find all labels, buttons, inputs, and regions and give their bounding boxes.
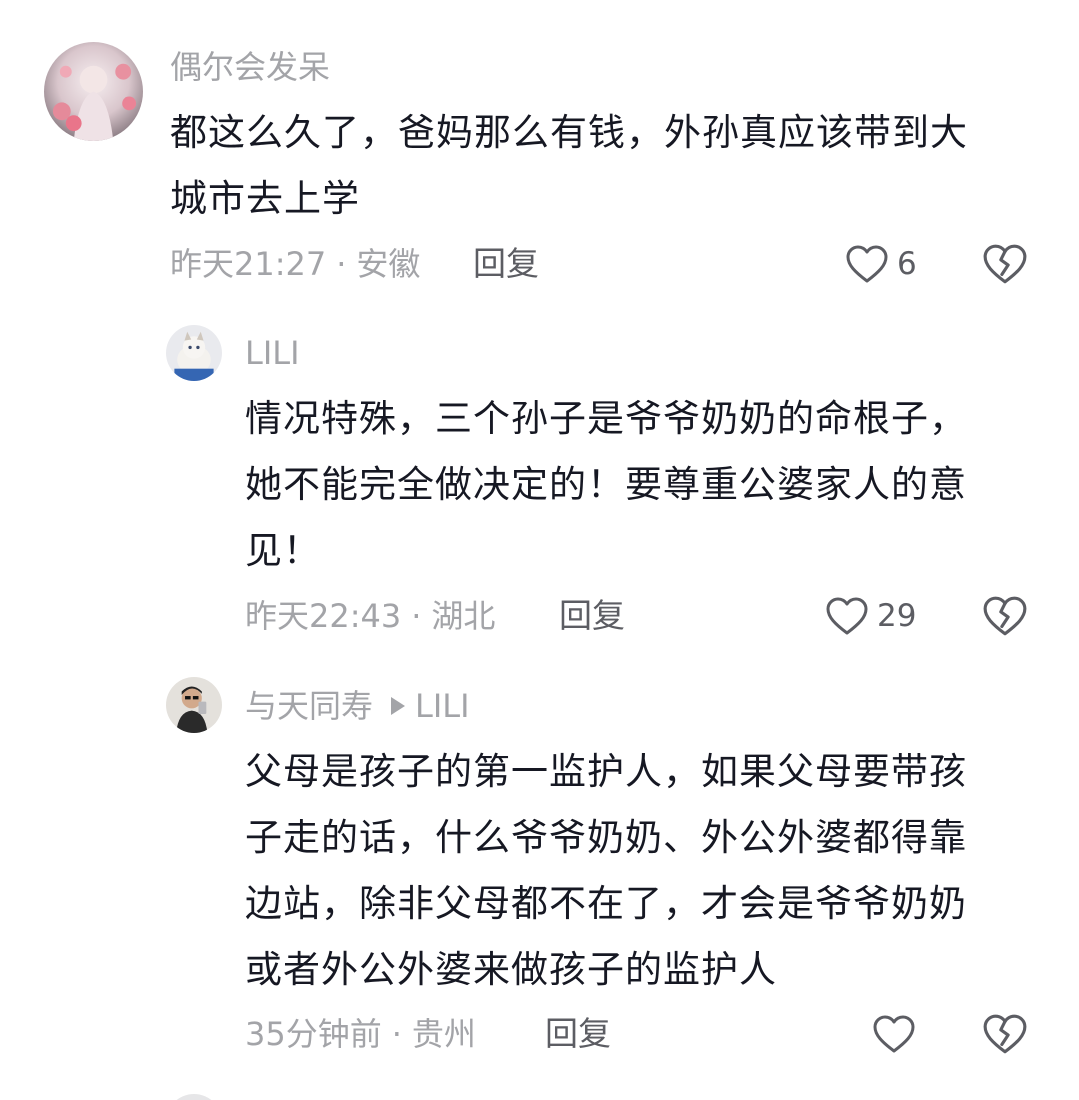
broken-heart-icon — [983, 244, 1027, 284]
location: 安徽 — [356, 245, 421, 283]
timestamp: 昨天21:27 — [170, 245, 327, 283]
location: 湖北 — [431, 597, 496, 635]
comment-line: 或者外公外婆来做孩子的监护人 — [245, 948, 777, 991]
comment-thread: 偶尔会发呆 都这么久了，爸妈那么有钱，外孙真应该带到大 城市去上学 昨天21:2… — [0, 0, 1079, 1100]
timestamp: 昨天22:43 — [245, 597, 402, 635]
comment-text: 都这么久了，爸妈那么有钱，外孙真应该带到大 城市去上学 — [170, 100, 1050, 232]
like-button[interactable]: 6 — [845, 242, 917, 286]
broken-heart-icon — [983, 596, 1027, 636]
like-count: 6 — [897, 246, 917, 282]
separator-dot: · — [411, 597, 422, 635]
like-button[interactable]: 29 — [825, 594, 916, 638]
comment-line: 见！ — [245, 529, 321, 572]
comment-line: 边站，除非父母都不在了，才会是爷爷奶奶 — [245, 882, 967, 925]
comment-meta: 35分钟前 · 贵州 — [245, 1014, 476, 1054]
heart-outline-icon — [873, 1015, 915, 1053]
comment-line: 都这么久了，爸妈那么有钱，外孙真应该带到大 — [170, 111, 968, 154]
reply-target[interactable]: LILI — [415, 687, 470, 725]
dislike-button[interactable] — [982, 242, 1028, 286]
username[interactable]: 偶尔会发呆 — [170, 47, 330, 87]
separator-dot: · — [391, 1015, 402, 1053]
heart-outline-icon — [846, 245, 888, 283]
avatar[interactable] — [166, 1094, 222, 1100]
username: 与天同寿 LILI — [245, 686, 470, 726]
location: 贵州 — [411, 1015, 476, 1053]
reply-button[interactable]: 回复 — [545, 1014, 611, 1054]
avatar[interactable] — [166, 677, 222, 733]
reply-author[interactable]: 与天同寿 — [245, 687, 373, 725]
comment-meta: 昨天21:27 · 安徽 — [170, 244, 420, 284]
comment-text: 父母是孩子的第一监护人，如果父母要带孩 子走的话，什么爷爷奶奶、外公外婆都得靠 … — [245, 739, 1045, 1003]
comment-line: 子走的话，什么爷爷奶奶、外公外婆都得靠 — [245, 816, 967, 859]
comment-line: 情况特殊，三个孙子是爷爷奶奶的命根子， — [245, 397, 967, 440]
username[interactable]: LILI — [245, 333, 300, 373]
like-count: 29 — [877, 598, 917, 634]
comment-line: 城市去上学 — [170, 177, 360, 220]
like-button[interactable] — [872, 1012, 924, 1056]
dislike-button[interactable] — [982, 594, 1028, 638]
separator-dot: · — [336, 245, 347, 283]
reply-button[interactable]: 回复 — [559, 596, 625, 636]
comment-line: 她不能完全做决定的！要尊重公婆家人的意 — [245, 463, 967, 506]
comment-line: 父母是孩子的第一监护人，如果父母要带孩 — [245, 750, 967, 793]
reply-button[interactable]: 回复 — [473, 244, 539, 284]
avatar[interactable] — [166, 325, 222, 381]
comment-text: 情况特殊，三个孙子是爷爷奶奶的命根子， 她不能完全做决定的！要尊重公婆家人的意 … — [245, 386, 1045, 584]
timestamp: 35分钟前 — [245, 1015, 382, 1053]
avatar[interactable] — [44, 42, 143, 141]
comment-meta: 昨天22:43 · 湖北 — [245, 596, 495, 636]
broken-heart-icon — [983, 1014, 1027, 1054]
dislike-button[interactable] — [982, 1012, 1028, 1056]
heart-outline-icon — [826, 597, 868, 635]
reply-arrow-icon — [391, 697, 406, 715]
